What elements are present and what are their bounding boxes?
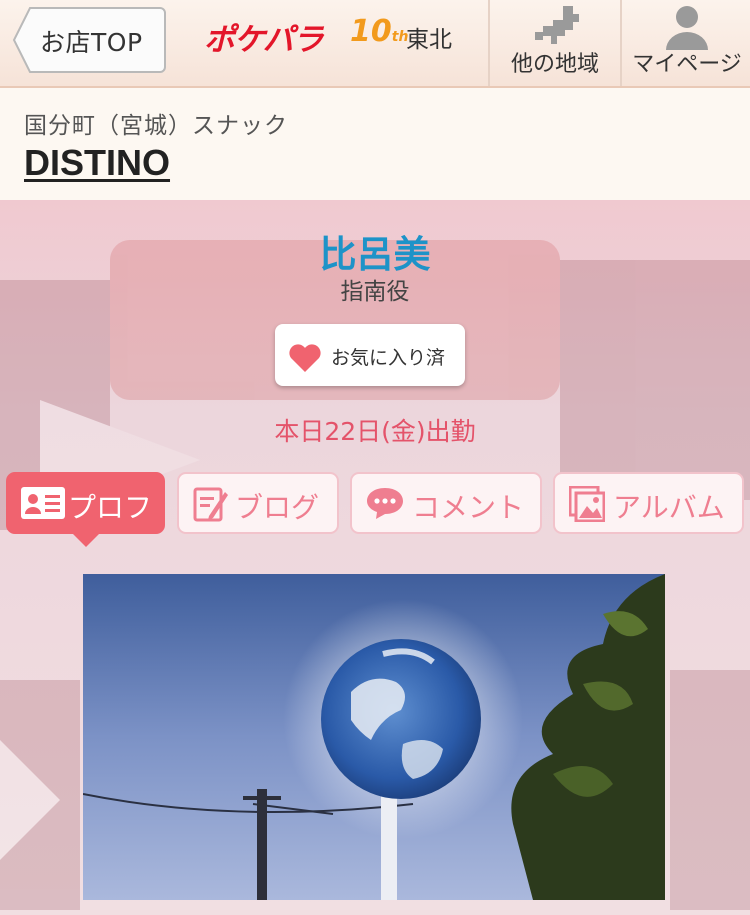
logo-region: 東北 [406,27,452,53]
shop-name-link[interactable]: DISTINO [24,142,170,184]
active-tab-pointer [72,533,100,547]
favorite-label: お気に入り済 [331,347,446,369]
cast-role: 指南役 [340,279,410,305]
logo-anniversary: 10th [350,14,409,49]
other-region-button[interactable]: 他の地域 [488,0,620,86]
other-region-label: 他の地域 [510,52,599,77]
album-photo-icon [569,486,605,522]
back-button-label: お店TOP [40,28,143,57]
comment-bubble-icon [367,488,403,519]
shop-top-back-button[interactable]: お店TOP [12,6,166,74]
favorite-button[interactable]: お気に入り済 [275,324,465,386]
logo-brand: ポケパラ [204,22,324,58]
user-icon [666,6,708,50]
heart-icon [289,344,321,372]
shop-header: 国分町（宮城）スナック DISTINO [0,88,750,200]
tab-album-label: アルバム [613,491,725,524]
tab-comment[interactable]: コメント [350,472,542,534]
mypage-label: マイページ [632,52,742,77]
tab-profile-label: プロフ [68,491,153,524]
japan-map-icon [535,6,579,44]
blog-edit-icon [193,487,228,522]
cast-name: 比呂美 [319,233,431,276]
tab-blog[interactable]: ブログ [177,472,339,534]
tab-blog-label: ブログ [235,491,320,524]
shop-area-category: 国分町（宮城）スナック [24,113,288,139]
mypage-button[interactable]: マイページ [620,0,750,86]
cast-profile-area: 比呂美 指南役 お気に入り済 本日22日(金)出勤 プロフ ブログ コメント ア… [0,200,750,915]
tab-profile[interactable]: プロフ [6,472,165,534]
pokepara-logo[interactable]: ポケパラ 10th 東北 [204,14,456,74]
top-bar: お店TOP ポケパラ 10th 東北 他の地域 マイページ [0,0,750,88]
work-schedule: 本日22日(金)出勤 [274,417,476,446]
cast-photo[interactable] [83,574,665,900]
profile-card-icon [21,487,65,519]
tab-comment-label: コメント [412,491,525,524]
tab-album[interactable]: アルバム [553,472,744,534]
